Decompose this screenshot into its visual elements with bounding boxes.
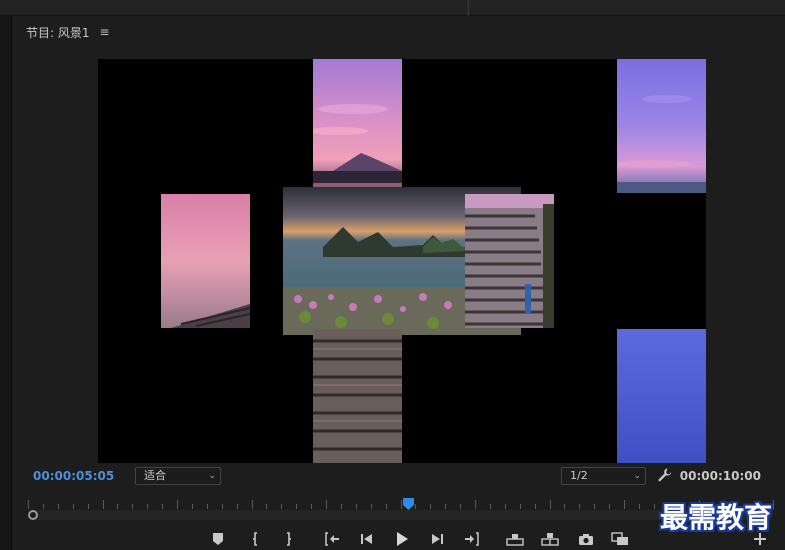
ruler-tick — [356, 504, 357, 509]
ruler-tick — [237, 504, 238, 509]
lift-button[interactable] — [505, 530, 525, 548]
ruler-tick — [520, 504, 521, 509]
ruler-tick — [550, 500, 551, 509]
tile-boardwalk — [313, 329, 402, 463]
mark-out-button[interactable] — [278, 530, 298, 548]
zoom-fit-value: 适合 — [144, 469, 166, 482]
ruler-tick — [207, 504, 208, 509]
export-frame-button[interactable] — [576, 530, 596, 548]
tile-mountain-sunset — [313, 59, 402, 193]
ruler-tick — [430, 504, 431, 509]
ruler-tick — [58, 504, 59, 509]
chevron-down-icon: ⌄ — [208, 471, 216, 481]
add-marker-button[interactable] — [208, 530, 228, 548]
ruler-tick — [594, 504, 595, 509]
extract-icon — [541, 532, 559, 546]
top-bar-divider — [468, 0, 469, 16]
top-bar — [0, 0, 785, 16]
current-timecode[interactable]: 00:00:05:05 — [33, 469, 114, 483]
ruler-tick — [624, 500, 625, 509]
ruler-tick — [103, 500, 104, 509]
tile-wooden-pier — [465, 194, 554, 328]
ruler-tick — [564, 504, 565, 509]
mark-out-icon — [283, 532, 293, 546]
chevron-down-icon: ⌄ — [633, 471, 641, 481]
tile-blue-water — [617, 329, 706, 463]
ruler-tick — [371, 504, 372, 509]
ruler-tick — [147, 504, 148, 509]
panel-title[interactable]: 节目: 风景1 — [26, 24, 90, 41]
ruler-tick — [252, 500, 253, 509]
zoom-scrollbar-handle[interactable] — [28, 510, 38, 520]
extract-button[interactable] — [540, 530, 560, 548]
camera-icon — [578, 533, 594, 546]
ruler-tick — [28, 500, 29, 509]
ruler-tick — [386, 504, 387, 509]
ruler-tick — [505, 504, 506, 509]
comparison-view-icon — [611, 532, 629, 546]
playback-resolution-select[interactable]: 1/2 ⌄ — [561, 467, 646, 485]
ruler-tick — [311, 504, 312, 509]
ruler-tick — [654, 504, 655, 509]
ruler-tick — [192, 504, 193, 509]
ruler-tick — [88, 504, 89, 509]
panel-menu-icon[interactable]: ≡ — [100, 25, 110, 39]
marker-icon — [213, 533, 223, 545]
wrench-icon[interactable] — [657, 467, 673, 483]
tile-violet-sky — [617, 59, 706, 193]
mark-in-icon — [251, 532, 261, 546]
program-monitor-viewport[interactable] — [98, 59, 706, 463]
ruler-tick — [281, 504, 282, 509]
ruler-tick — [490, 504, 491, 509]
ruler-tick — [579, 504, 580, 509]
ruler-tick — [341, 504, 342, 509]
ruler-tick — [73, 504, 74, 509]
go-to-out-icon — [464, 532, 480, 546]
mark-in-button[interactable] — [246, 530, 266, 548]
ruler-tick — [609, 504, 610, 509]
step-forward-button[interactable] — [427, 530, 447, 548]
ruler-tick — [162, 504, 163, 509]
ruler-tick — [415, 504, 416, 509]
ruler-tick — [296, 504, 297, 509]
ruler-tick — [460, 504, 461, 509]
ruler-tick — [535, 504, 536, 509]
ruler-tick — [326, 500, 327, 509]
step-forward-icon — [430, 533, 444, 545]
ruler-tick — [475, 500, 476, 509]
ruler-tick — [222, 504, 223, 509]
ruler-tick — [177, 500, 178, 509]
total-duration-timecode: 00:00:10:00 — [679, 469, 761, 483]
playback-resolution-value: 1/2 — [570, 469, 588, 482]
go-to-out-button[interactable] — [462, 530, 482, 548]
go-to-in-button[interactable] — [322, 530, 342, 548]
step-back-button[interactable] — [357, 530, 377, 548]
program-monitor-header: 节目: 风景1 ≡ — [26, 24, 110, 40]
ruler-tick — [266, 504, 267, 509]
ruler-tick — [117, 504, 118, 509]
go-to-in-icon — [324, 532, 340, 546]
ruler-tick — [401, 500, 402, 509]
playhead[interactable] — [403, 495, 414, 510]
zoom-fit-select[interactable]: 适合 ⌄ — [135, 467, 221, 485]
monitor-controls: 00:00:05:05 适合 ⌄ 1/2 ⌄ 00:00:10:00 — [0, 464, 785, 488]
ruler-tick — [639, 504, 640, 509]
lift-icon — [506, 532, 524, 546]
comparison-view-button[interactable] — [610, 530, 630, 548]
step-back-icon — [360, 533, 374, 545]
ruler-tick — [445, 504, 446, 509]
watermark-logo: 最需教育 — [660, 501, 773, 534]
tile-pink-sea — [161, 194, 250, 328]
play-button[interactable] — [392, 530, 412, 548]
ruler-tick — [43, 504, 44, 509]
ruler-tick — [132, 504, 133, 509]
play-icon — [396, 532, 408, 546]
